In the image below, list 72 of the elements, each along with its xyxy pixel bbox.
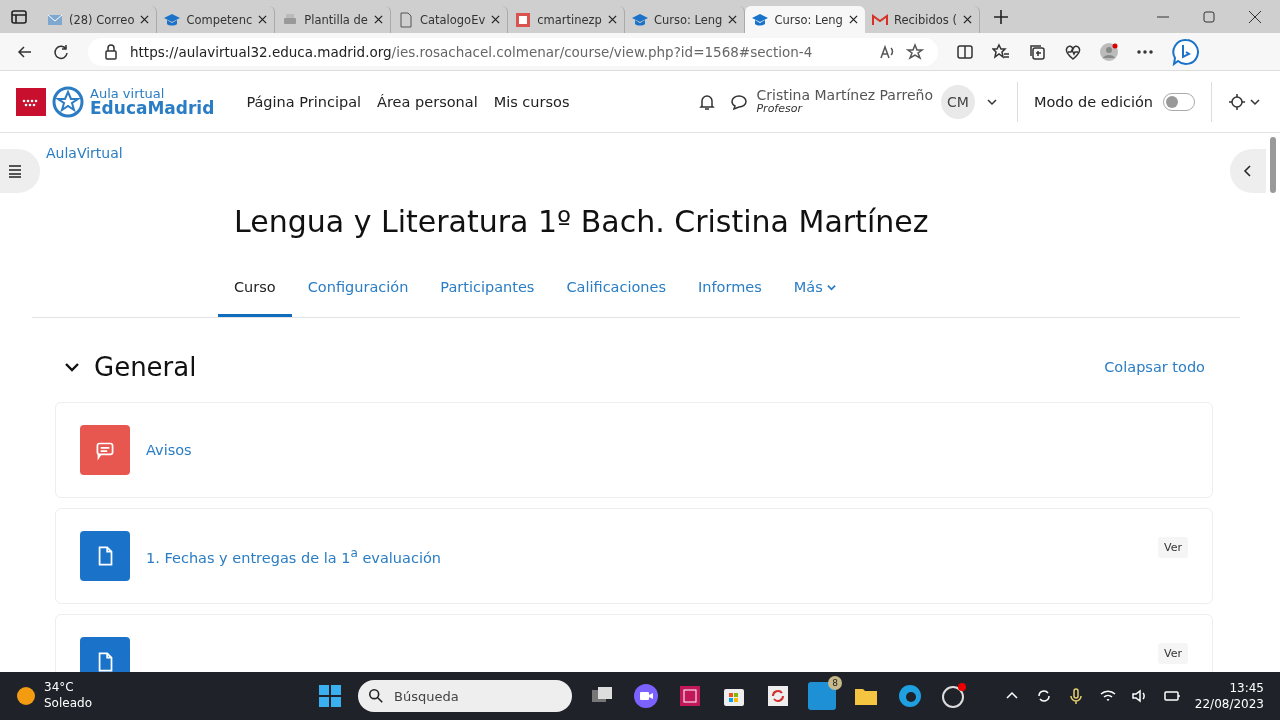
favorites-icon[interactable] xyxy=(992,42,1010,61)
star-icon[interactable] xyxy=(906,42,924,61)
clock-time[interactable]: 13:45 xyxy=(1229,679,1264,696)
view-button[interactable]: Ver xyxy=(1158,643,1188,664)
split-screen-icon[interactable] xyxy=(956,42,974,61)
app-icon xyxy=(515,11,532,28)
new-tab-icon[interactable] xyxy=(991,7,1010,26)
close-tab-icon[interactable] xyxy=(962,15,972,24)
notification-badge: 8 xyxy=(828,676,842,690)
close-tab-icon[interactable] xyxy=(728,15,738,24)
heart-pulse-icon[interactable] xyxy=(1064,42,1082,61)
browser-tab[interactable]: Curso: Leng xyxy=(745,6,865,33)
course-tab[interactable]: Informes xyxy=(682,267,778,317)
start-icon[interactable] xyxy=(318,684,342,708)
forum-icon xyxy=(80,425,130,475)
user-name: Cristina Martínez Parreño xyxy=(756,87,933,104)
address-bar[interactable]: https://aulavirtual32.educa.madrid.org/ies.rosachacel.colmenar/course/view.php?id=1568#section-4 xyxy=(88,37,938,66)
taskbar-search-field[interactable]: Búsqueda xyxy=(358,680,572,712)
tab-actions-icon[interactable] xyxy=(10,7,28,26)
close-tab-icon[interactable] xyxy=(373,15,383,24)
course-tab[interactable]: Configuración xyxy=(291,267,425,317)
nav-link[interactable]: Área personal xyxy=(377,93,478,110)
edit-mode-label: Modo de edición xyxy=(1033,93,1153,110)
collections-icon[interactable] xyxy=(1028,42,1046,61)
recorder-icon[interactable] xyxy=(940,682,968,710)
close-tab-icon[interactable] xyxy=(491,15,501,24)
profile-avatar-icon[interactable] xyxy=(1100,42,1118,61)
sun-icon xyxy=(16,686,36,706)
lock-icon xyxy=(102,42,120,61)
nav-link[interactable]: Mis cursos xyxy=(493,93,570,110)
document-icon xyxy=(80,531,130,581)
logo-subtitle: Aula virtual xyxy=(90,86,165,100)
graduation-cap-icon xyxy=(752,11,769,28)
logo-title: EducaMadrid xyxy=(90,99,215,117)
section-title: General xyxy=(94,352,197,382)
edit-mode-toggle[interactable] xyxy=(1163,92,1195,111)
region-flag-icon xyxy=(16,87,46,116)
temperature: 34°C xyxy=(44,680,75,696)
reload-icon[interactable] xyxy=(52,42,70,61)
close-tab-icon[interactable] xyxy=(848,15,858,24)
clock-date[interactable]: 22/08/2023 xyxy=(1194,696,1264,713)
bell-icon[interactable] xyxy=(698,92,717,111)
breadcrumb-link[interactable]: AulaVirtual xyxy=(46,145,123,161)
chevron-down-icon xyxy=(826,282,836,292)
mail-m-icon xyxy=(871,11,888,28)
user-avatar[interactable]: CM xyxy=(940,84,975,119)
course-title: Lengua y Literatura 1º Bach. Cristina Martínez xyxy=(234,204,929,239)
document-icon xyxy=(80,637,130,672)
course-tab[interactable]: Más xyxy=(777,267,852,317)
course-tab[interactable]: Calificaciones xyxy=(550,267,683,317)
video-chat-icon[interactable] xyxy=(632,682,660,710)
graduation-cap-icon xyxy=(164,11,181,28)
collapse-all-link[interactable]: Colapsar todo xyxy=(1104,359,1205,375)
course-index-button[interactable] xyxy=(0,149,40,193)
user-role: Profesor xyxy=(756,103,804,116)
course-tab[interactable]: Curso xyxy=(218,267,292,317)
chat-assistant-icon[interactable] xyxy=(1172,37,1200,66)
close-tab-icon[interactable] xyxy=(258,15,268,24)
nav-link[interactable]: Página Principal xyxy=(246,93,362,110)
view-button[interactable]: Ver xyxy=(1158,537,1188,558)
browser-icon[interactable] xyxy=(896,682,924,710)
activity-link[interactable]: Avisos xyxy=(146,442,192,458)
close-tab-icon[interactable] xyxy=(607,15,617,24)
close-tab-icon[interactable] xyxy=(140,15,150,24)
chat-bubble-icon[interactable] xyxy=(730,92,749,111)
star-circle-logo-icon xyxy=(52,85,84,118)
list-icon xyxy=(6,162,24,180)
activity-link[interactable]: 1. Fechas y entregas de la 1$^{a}$ evaluación xyxy=(146,546,441,566)
course-tab[interactable]: Participantes xyxy=(424,267,551,317)
document-icon xyxy=(397,11,414,28)
weather-label: Soleado xyxy=(44,696,92,712)
graduation-cap-icon xyxy=(631,11,648,28)
